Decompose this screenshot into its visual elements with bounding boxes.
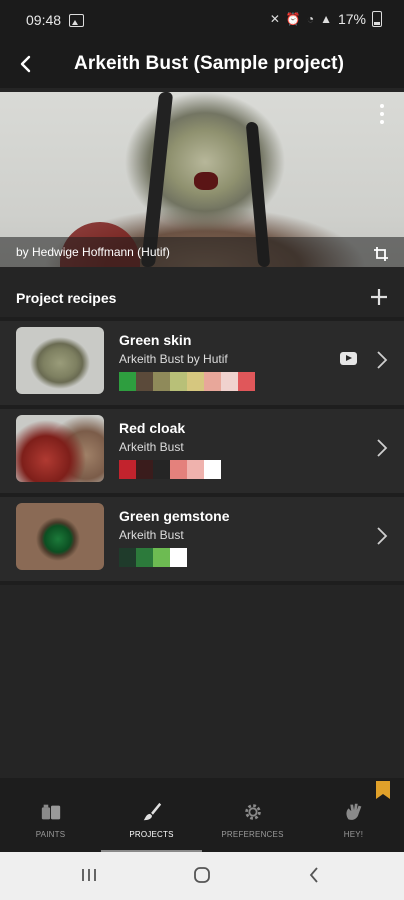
recipe-subtitle: Arkeith Bust (119, 440, 184, 454)
section-title: Project recipes (16, 290, 117, 306)
recent-apps-icon[interactable] (80, 866, 98, 884)
nav-label: PAINTS (35, 830, 66, 839)
color-swatch (170, 372, 187, 391)
recipes-section-header: Project recipes (0, 283, 404, 313)
wifi-icon: ◔ (306, 12, 315, 26)
recipe-row-green-skin[interactable]: Green skin Arkeith Bust by Hutif (0, 321, 404, 409)
color-swatch (238, 372, 255, 391)
color-swatches (119, 372, 255, 391)
add-recipe-button[interactable] (370, 288, 388, 306)
gear-icon (241, 800, 265, 824)
recipe-row-red-cloak[interactable]: Red cloak Arkeith Bust (0, 409, 404, 497)
battery-icon (372, 11, 382, 27)
recipe-title: Green gemstone (119, 508, 230, 524)
paints-icon (39, 800, 63, 824)
recipe-thumbnail (16, 415, 104, 482)
status-icons: ✕ ⏰ ◔ ▲ 17% (270, 11, 382, 27)
color-swatch (136, 460, 153, 479)
recipe-thumbnail (16, 503, 104, 570)
status-bar: 09:48 ✕ ⏰ ◔ ▲ 17% (0, 0, 404, 40)
project-cover-image[interactable]: by Hedwige Hoffmann (Hutif) (0, 92, 404, 267)
color-swatch (153, 460, 170, 479)
cover-caption: by Hedwige Hoffmann (Hutif) (0, 237, 404, 267)
battery-level: 17% (337, 11, 366, 27)
color-swatch (136, 548, 153, 567)
color-swatches (119, 460, 221, 479)
color-swatch (119, 372, 136, 391)
color-swatch (170, 460, 187, 479)
color-swatch (170, 548, 187, 567)
brush-icon (140, 800, 164, 824)
color-swatch (187, 460, 204, 479)
system-navigation-bar (0, 852, 404, 900)
crop-icon[interactable] (374, 247, 388, 261)
chevron-right-icon (377, 527, 388, 545)
image-icon (69, 13, 85, 27)
nav-preferences[interactable]: PREFERENCES (202, 778, 303, 852)
chevron-right-icon (377, 351, 388, 369)
nav-paints[interactable]: PAINTS (0, 778, 101, 852)
recipe-title: Green skin (119, 332, 192, 348)
nav-label: HEY! (343, 830, 364, 839)
color-swatch (187, 372, 204, 391)
color-swatch (119, 548, 136, 567)
color-swatches (119, 548, 187, 567)
more-options-icon[interactable] (374, 104, 390, 124)
recipe-subtitle: Arkeith Bust by Hutif (119, 352, 228, 366)
color-swatch (136, 372, 153, 391)
cover-art-detail (194, 172, 218, 190)
youtube-icon[interactable] (340, 352, 357, 365)
status-time: 09:48 (26, 12, 62, 28)
color-swatch (204, 460, 221, 479)
color-swatch (153, 548, 170, 567)
color-swatch (221, 372, 238, 391)
app-bar: Arkeith Bust (Sample project) (0, 40, 404, 88)
recipe-subtitle: Arkeith Bust (119, 528, 184, 542)
nav-projects[interactable]: PROJECTS (101, 778, 202, 852)
home-icon[interactable] (193, 866, 211, 884)
recipe-title: Red cloak (119, 420, 186, 436)
arrow-back-icon (20, 55, 31, 73)
mute-icon: ✕ (269, 12, 280, 26)
plus-icon (371, 289, 387, 305)
nav-label: PREFERENCES (221, 830, 284, 839)
bottom-navigation: PAINTS PROJECTS PREFERENCES HEY! (0, 778, 404, 852)
recipe-row-green-gemstone[interactable]: Green gemstone Arkeith Bust (0, 497, 404, 585)
color-swatch (119, 460, 136, 479)
back-button[interactable] (4, 40, 48, 88)
color-swatch (204, 372, 221, 391)
color-swatch (153, 372, 170, 391)
alarm-icon: ⏰ (285, 12, 301, 26)
cover-credit: by Hedwige Hoffmann (Hutif) (16, 245, 170, 259)
signal-icon: ▲ (320, 12, 332, 26)
recipe-thumbnail (16, 327, 104, 394)
chevron-right-icon (377, 439, 388, 457)
system-back-icon[interactable] (306, 866, 324, 884)
bookmark-icon[interactable] (376, 781, 390, 799)
hand-wave-icon (342, 800, 366, 824)
nav-label: PROJECTS (129, 830, 174, 839)
page-title: Arkeith Bust (Sample project) (74, 53, 345, 74)
recipe-list: Green skin Arkeith Bust by Hutif Red clo… (0, 321, 404, 585)
